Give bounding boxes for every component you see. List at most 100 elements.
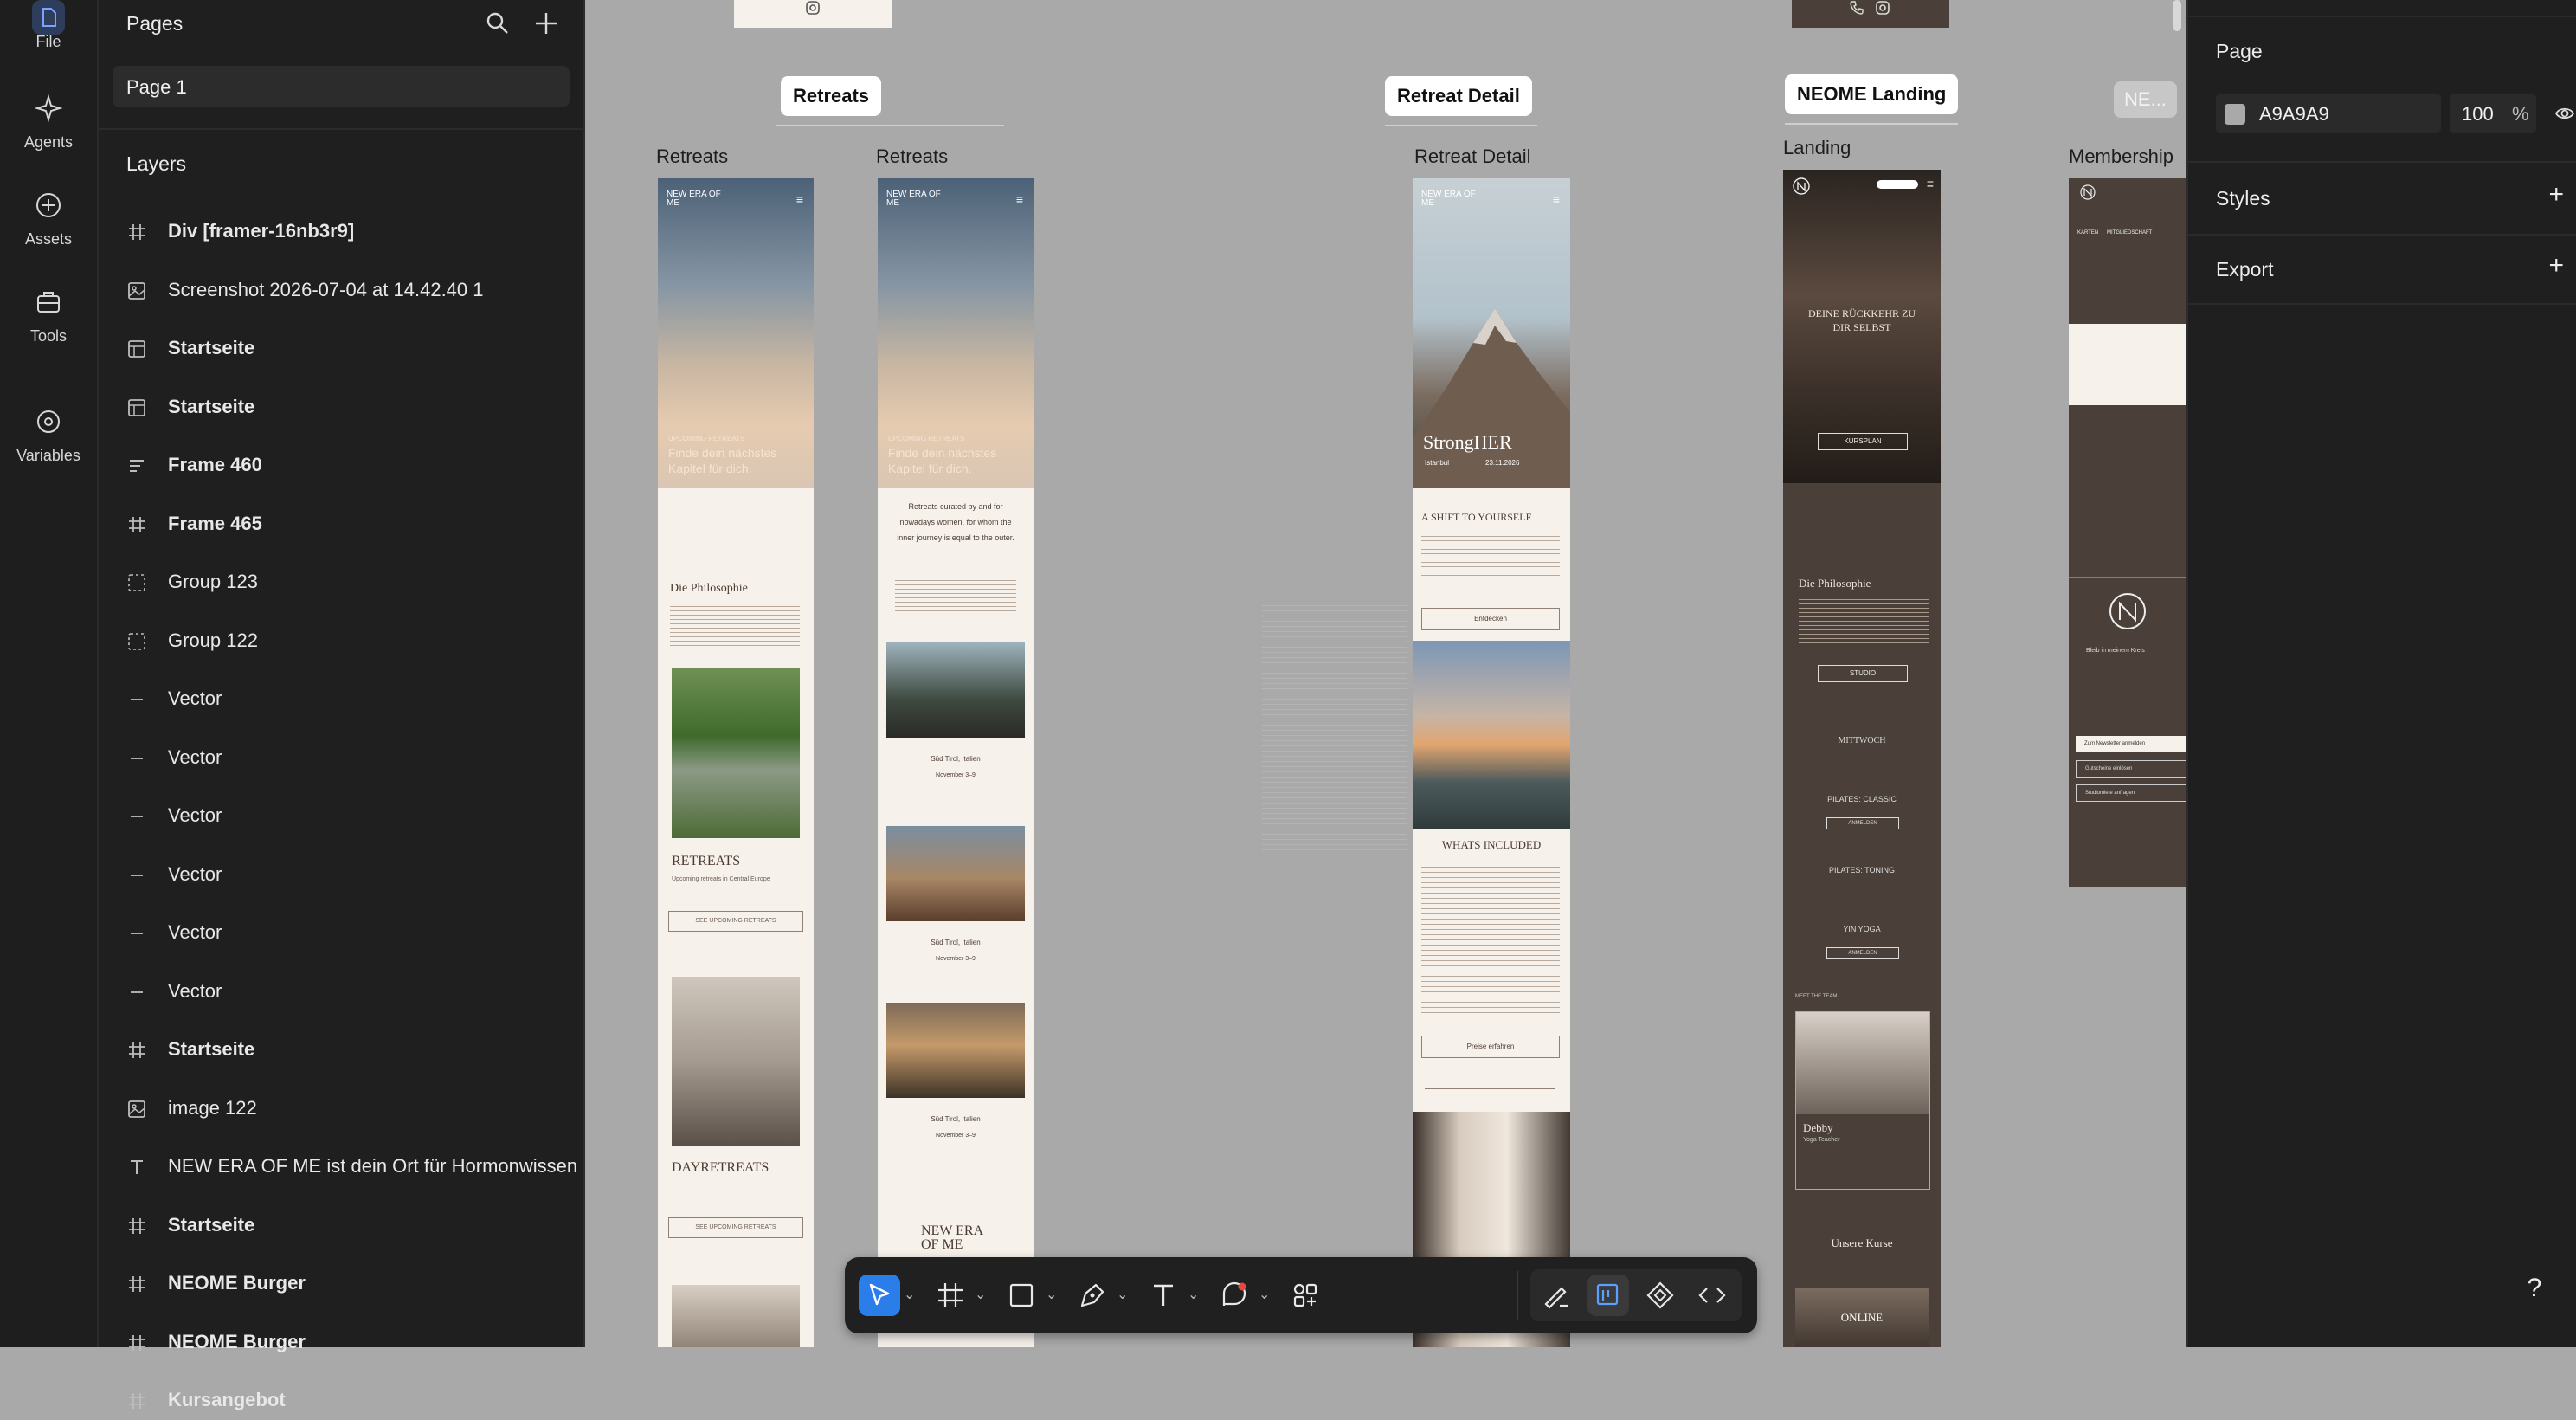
layer-row[interactable]: Startseite [126,333,576,368]
frame-label-retreats-1[interactable]: Retreats [656,145,728,168]
chevron-down-icon[interactable]: ⌄ [1117,1276,1128,1314]
frame-landing[interactable]: ≡ DEINE RÜCKKEHR ZU DIR SELBST KURSPLAN … [1783,170,1941,1347]
layer-row[interactable]: Vector [126,860,576,894]
anmelden-button[interactable]: ANMELDEN [1826,817,1899,829]
add-export-icon[interactable]: + [2548,251,2564,281]
rail-assets[interactable]: Assets [0,189,97,248]
layer-row[interactable]: Startseite [126,1035,576,1069]
layer-row[interactable]: Group 122 [126,626,576,661]
layer-row[interactable]: Div [framer-16nb3r9] [126,216,576,251]
chevron-down-icon[interactable]: ⌄ [975,1276,986,1314]
tab-mitgliedschaft[interactable]: MITGLIEDSCHAFT [2107,230,2152,236]
layer-row[interactable]: Frame 460 [126,450,576,485]
chevron-down-icon[interactable]: ⌄ [1046,1276,1057,1314]
layer-row[interactable]: Vector [126,743,576,778]
frame-label-retreat-detail[interactable]: Retreat Detail [1414,145,1531,168]
fill-opacity-field[interactable]: 100 % [2450,94,2536,133]
frame-tool-button[interactable] [930,1275,971,1316]
layer-row[interactable]: Startseite [126,1210,576,1245]
rail-file[interactable]: File [0,0,97,61]
section-tag-neome-landing[interactable]: NEOME Landing [1785,74,1959,114]
layer-row[interactable]: Vector [126,801,576,836]
fill-color-field[interactable]: A9A9A9 [2216,94,2441,133]
section-tag-retreats[interactable]: Retreats [781,76,882,116]
see-retreats-button[interactable]: SEE UPCOMING RETREATS [668,1217,803,1238]
layer-row[interactable]: Vector [126,977,576,1011]
layer-row[interactable]: Startseite [126,392,576,427]
section-tag-retreat-detail[interactable]: Retreat Detail [1385,76,1532,116]
rail-variables[interactable]: Variables [0,405,97,465]
layer-row[interactable]: Frame 465 [126,509,576,544]
newsletter-button[interactable]: Zum Newsletter anmelden [2076,736,2186,752]
see-retreats-button[interactable]: SEE UPCOMING RETREATS [668,911,803,932]
chevron-down-icon[interactable]: ⌄ [1259,1276,1270,1314]
menu-icon[interactable]: ≡ [796,192,803,206]
rail-tools[interactable]: Tools [0,286,97,345]
frame-membership[interactable]: KARTEN MITGLIEDSCHAFT Bleib in meinem Kr… [2069,178,2186,887]
gutscheine-button[interactable]: Gutscheine einlösen [2076,760,2186,778]
menu-icon[interactable]: ≡ [1016,192,1023,206]
tab-karten[interactable]: KARTEN [2077,230,2098,236]
layer-row[interactable]: Kursangebot [126,1385,576,1420]
pointer-tool-button[interactable] [859,1275,900,1316]
entdecken-button[interactable]: Entdecken [1421,608,1560,630]
team-card[interactable]: Debby Yoga Teacher [1795,1011,1930,1190]
search-icon[interactable] [485,10,511,36]
layer-row[interactable]: Group 123 [126,567,576,602]
frame-label-retreats-2[interactable]: Retreats [876,145,948,168]
layer-name: Startseite [168,395,255,417]
styles-section-title: Styles [2216,187,2270,210]
rail-agents[interactable]: Agents [0,92,97,152]
rail-tools-label: Tools [29,327,68,345]
faded-text-block[interactable] [1262,601,1407,852]
components-tool-button[interactable] [1285,1275,1326,1316]
layer-row[interactable]: NEOME Burger [126,1327,576,1362]
chevron-down-icon[interactable]: ⌄ [1188,1276,1199,1314]
pricing-card-highlight[interactable] [2069,324,2186,405]
layer-row[interactable]: Screenshot 2026-07-04 at 14.42.40 1 [126,275,576,310]
text-tool-button[interactable] [1143,1275,1184,1316]
menu-icon[interactable]: ≡ [1553,192,1560,206]
frame-label-landing[interactable]: Landing [1783,137,1851,159]
layer-row[interactable]: image 122 [126,1094,576,1128]
comment-tool-button[interactable] [1214,1275,1255,1316]
design-mode-button[interactable] [1587,1275,1629,1316]
pen-tool-button[interactable] [1072,1275,1113,1316]
frame-retreat-detail[interactable]: NEW ERA OF ME ≡ StrongHER Istanbul 23.11… [1413,178,1570,1347]
prototype-mode-button[interactable] [1639,1275,1681,1316]
layer-row[interactable]: NEW ERA OF ME ist dein Ort für Hormonwis… [126,1152,576,1186]
rectangle-icon [1009,1283,1034,1307]
brand-logo: NEW ERA OF ME [1421,190,1476,208]
code-mode-button[interactable] [1691,1275,1733,1316]
component-icon [126,397,147,418]
header-pill-button[interactable] [1877,180,1918,189]
studio-button[interactable]: STUDIO [1818,665,1908,682]
frame-top-partial-dark[interactable] [1792,0,1949,28]
layer-name: Vector [168,746,222,768]
layer-row[interactable]: Vector [126,918,576,952]
layer-row[interactable]: Vector [126,684,576,719]
frame-label-membership[interactable]: Membership [2069,145,2174,168]
chevron-down-icon[interactable]: ⌄ [904,1276,915,1314]
draw-mode-button[interactable] [1536,1275,1577,1316]
help-button[interactable]: ? [2510,1264,2559,1313]
add-style-icon[interactable]: + [2548,180,2564,210]
frame-retreats-1[interactable]: NEW ERA OF ME ≡ UPCOMING RETREATS Finde … [658,178,814,1347]
color-swatch[interactable] [2225,104,2245,125]
section-tag-ne[interactable]: NE... [2114,81,2177,118]
frame-retreats-2[interactable]: NEW ERA OF ME ≡ UPCOMING RETREATS Finde … [878,178,1034,1347]
paragraph-placeholder [1421,528,1560,577]
page-item-page-1[interactable]: Page 1 [113,66,570,107]
menu-icon[interactable]: ≡ [1927,177,1934,190]
anmelden-button[interactable]: ANMELDEN [1826,947,1899,959]
eye-icon[interactable] [2555,104,2574,123]
preise-button[interactable]: Preise erfahren [1421,1036,1560,1058]
add-page-icon[interactable] [533,10,559,36]
studiomiete-button[interactable]: Studiomiete anfragen [2076,784,2186,802]
layer-row[interactable]: NEOME Burger [126,1268,576,1303]
frame-top-partial[interactable] [734,0,892,28]
canvas[interactable]: Retreats Retreat Detail NEOME Landing NE… [585,0,2186,1347]
kursplan-button[interactable]: KURSPLAN [1818,433,1908,450]
shape-tool-button[interactable] [1001,1275,1042,1316]
canvas-scrollbar[interactable] [2173,0,2181,31]
